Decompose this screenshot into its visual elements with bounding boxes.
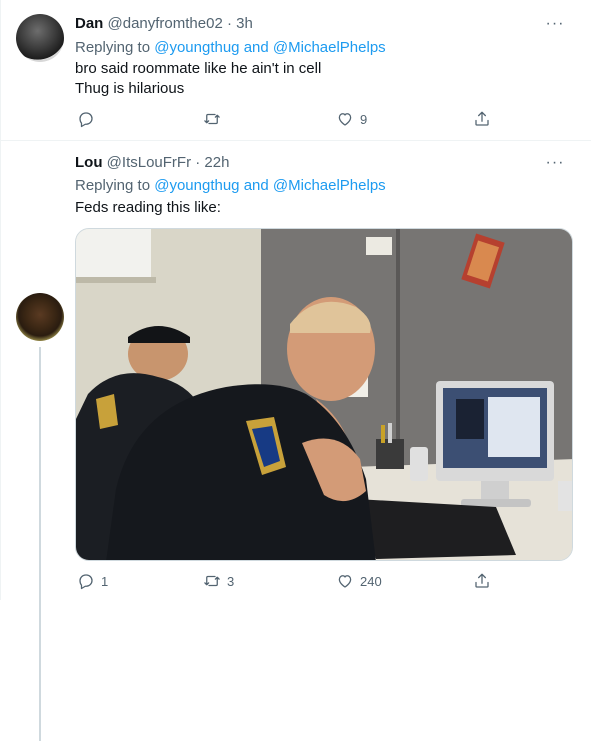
reply-button[interactable] xyxy=(77,110,101,128)
reply-count: 1 xyxy=(101,573,109,589)
retweet-count: 3 xyxy=(227,573,235,589)
replying-to-label: Replying to xyxy=(75,39,151,56)
tweet-text-line: Feds reading this like: xyxy=(75,199,221,216)
timestamp[interactable]: 22h xyxy=(204,154,229,171)
mention-and: and xyxy=(243,39,269,56)
thread-line xyxy=(39,347,41,741)
tweet-text: Feds reading this like: xyxy=(75,198,221,218)
share-button[interactable] xyxy=(473,110,491,128)
more-icon[interactable]: ··· xyxy=(545,16,565,32)
tweet-dan[interactable]: Dan @danyfromthe02 · 3h ··· Replying to … xyxy=(1,0,591,141)
like-button[interactable]: 9 xyxy=(336,110,367,128)
share-icon xyxy=(475,111,489,126)
replying-to-label: Replying to xyxy=(75,177,151,194)
user-handle[interactable]: @danyfromthe02 xyxy=(108,15,223,32)
mention-link[interactable]: @MichaelPhelps xyxy=(273,39,386,56)
tweet-actions: 1 3 240 xyxy=(75,572,495,596)
separator-dot: · xyxy=(226,15,232,32)
like-icon xyxy=(338,113,352,126)
reply-icon xyxy=(79,574,93,590)
retweet-icon xyxy=(204,575,220,587)
tweet-text-line: Thug is hilarious xyxy=(75,80,185,97)
display-name[interactable]: Lou xyxy=(75,154,103,171)
user-handle[interactable]: @ItsLouFrFr xyxy=(107,154,191,171)
share-button[interactable] xyxy=(473,572,491,590)
tweet-header: Lou @ItsLouFrFr · 22h xyxy=(75,154,229,171)
tweet-text-line: bro said roommate like he ain't in cell xyxy=(75,60,322,77)
replying-to: Replying to @youngthug and @MichaelPhelp… xyxy=(75,177,386,194)
mention-and: and xyxy=(243,177,269,194)
avatar[interactable] xyxy=(16,293,64,341)
like-count: 9 xyxy=(360,111,368,127)
share-icon xyxy=(475,573,489,588)
retweet-icon xyxy=(204,113,220,125)
reply-button[interactable]: 1 xyxy=(77,572,108,590)
police-office-photo xyxy=(76,229,572,560)
like-button[interactable]: 240 xyxy=(336,572,382,590)
tweet-text: bro said roommate like he ain't in cell … xyxy=(75,59,321,99)
mention-link[interactable]: @youngthug xyxy=(154,39,239,56)
mention-link[interactable]: @youngthug xyxy=(154,177,239,194)
separator-dot: · xyxy=(195,154,201,171)
tweet-header: Dan @danyfromthe02 · 3h xyxy=(75,15,253,32)
avatar[interactable] xyxy=(16,14,64,62)
mention-link[interactable]: @MichaelPhelps xyxy=(273,177,386,194)
timeline: Dan @danyfromthe02 · 3h ··· Replying to … xyxy=(0,0,591,741)
retweet-button[interactable] xyxy=(203,110,227,128)
reply-icon xyxy=(79,112,93,128)
more-icon[interactable]: ··· xyxy=(545,155,565,171)
like-count: 240 xyxy=(360,573,382,589)
display-name[interactable]: Dan xyxy=(75,15,103,32)
like-icon xyxy=(338,575,352,588)
tweet-photo[interactable] xyxy=(75,228,573,561)
retweet-button[interactable]: 3 xyxy=(203,572,234,590)
timestamp[interactable]: 3h xyxy=(236,15,253,32)
replying-to: Replying to @youngthug and @MichaelPhelp… xyxy=(75,39,386,56)
tweet-actions: 9 xyxy=(75,110,495,134)
